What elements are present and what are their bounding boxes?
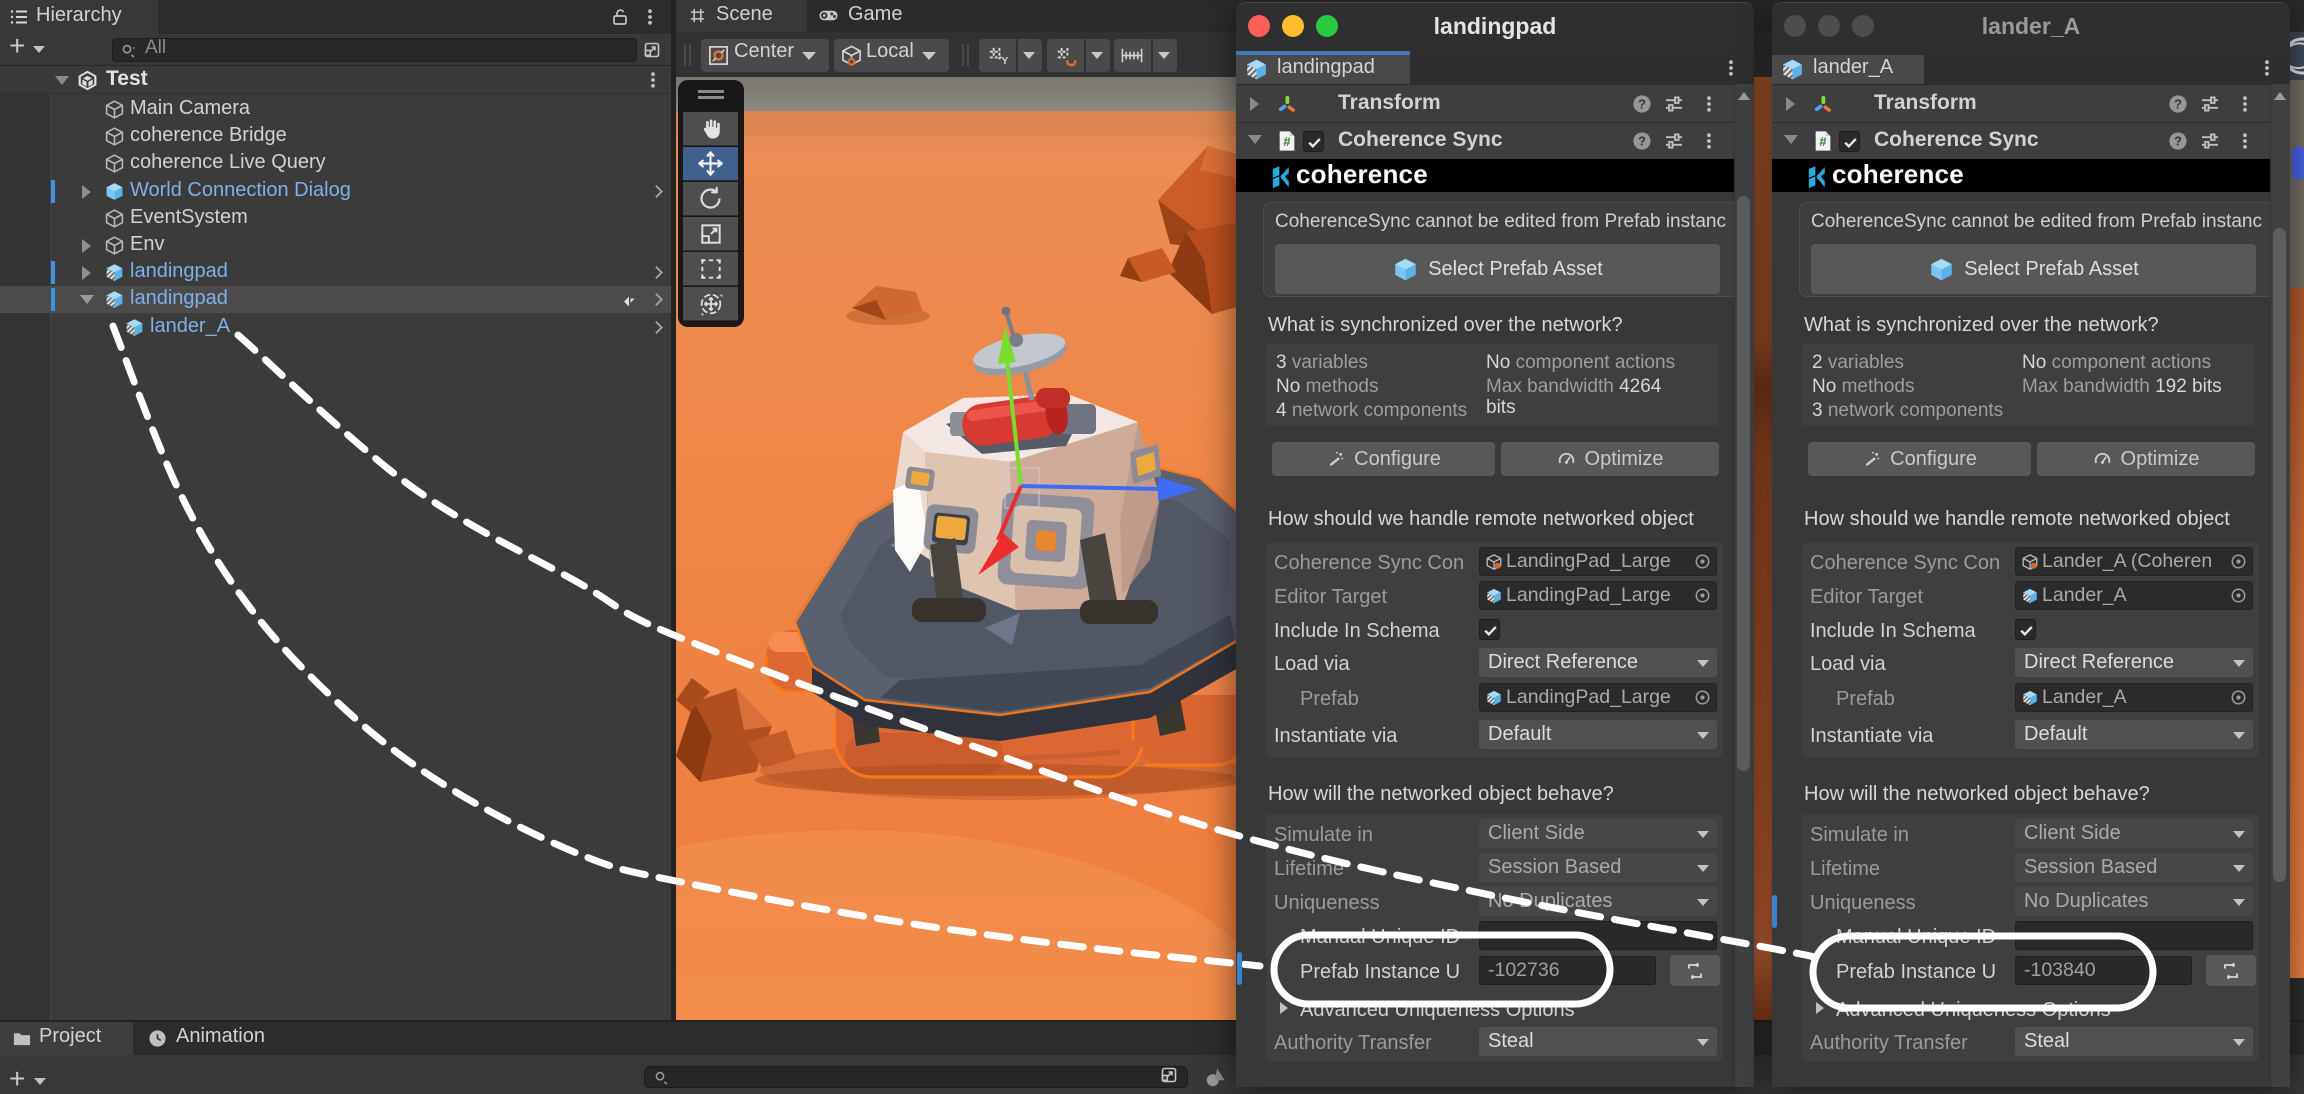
svg-text:?: ?	[1638, 134, 1646, 149]
svg-text:Y: Y	[1001, 55, 1008, 67]
svg-text:#: #	[1819, 134, 1826, 149]
svg-text:?: ?	[2174, 134, 2182, 149]
svg-text:?: ?	[2174, 97, 2182, 112]
svg-text:?: ?	[1638, 97, 1646, 112]
svg-text:#: #	[1283, 134, 1290, 149]
